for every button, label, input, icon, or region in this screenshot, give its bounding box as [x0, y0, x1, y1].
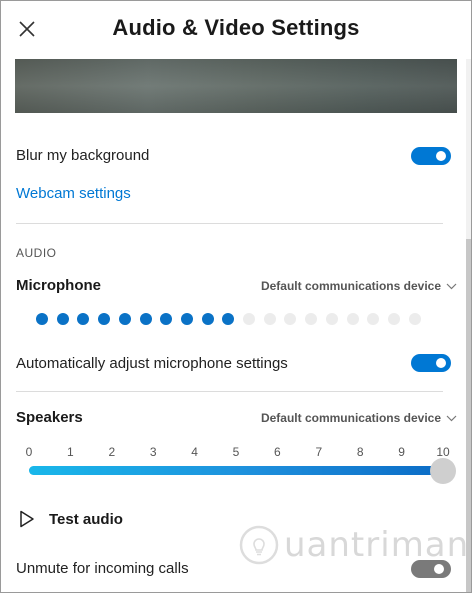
speakers-device-select[interactable]: Default communications device	[261, 411, 457, 425]
volume-tick-label: 2	[108, 445, 116, 459]
watermark-text: uantrimang	[284, 525, 472, 565]
volume-tick-label: 0	[25, 445, 33, 459]
volume-slider-thumb[interactable]	[430, 458, 456, 484]
volume-tick-label: 8	[356, 445, 364, 459]
mic-level-dot	[387, 313, 400, 325]
volume-tick-label: 6	[274, 445, 281, 459]
camera-preview	[15, 59, 457, 113]
mic-level-dot	[325, 313, 338, 325]
volume-tick-label: 3	[149, 445, 157, 459]
lightbulb-icon	[239, 525, 279, 565]
page-title: Audio & Video Settings	[112, 15, 360, 40]
mic-level-dot	[139, 313, 152, 325]
mic-level-dot	[305, 313, 318, 325]
mic-level-dot	[346, 313, 359, 325]
toggle-knob	[434, 564, 444, 574]
mic-level-dot	[201, 313, 214, 325]
mic-level-dot	[180, 313, 193, 325]
auto-adjust-toggle[interactable]	[411, 354, 451, 372]
volume-tick-label: 9	[398, 445, 405, 459]
volume-slider-fill	[29, 466, 443, 475]
divider	[16, 223, 443, 224]
chevron-down-icon	[446, 415, 457, 421]
header: Audio & Video Settings	[1, 1, 471, 59]
mic-level-dot	[36, 313, 48, 325]
mic-level-dot	[263, 313, 276, 325]
speakers-device-value: Default communications device	[260, 411, 441, 425]
play-icon	[20, 510, 34, 528]
microphone-level-meter	[36, 313, 436, 327]
volume-tick-label: 4	[191, 445, 198, 459]
test-audio-button[interactable]: Test audio	[19, 510, 123, 528]
scrollbar-thumb[interactable]	[466, 239, 471, 592]
auto-adjust-label: Automatically adjust microphone settings	[16, 355, 288, 372]
unmute-incoming-toggle[interactable]	[411, 560, 451, 578]
mic-level-dot	[98, 313, 111, 325]
mic-level-dot	[222, 313, 235, 325]
microphone-device-value: Default communications device	[260, 279, 441, 293]
volume-tick-label: 1	[67, 445, 74, 459]
blur-background-toggle[interactable]	[411, 147, 451, 165]
settings-window: Audio & Video Settings Blur my backgroun…	[0, 0, 472, 593]
unmute-incoming-label: Unmute for incoming calls	[16, 560, 189, 577]
toggle-knob	[436, 358, 446, 368]
mic-level-dot	[56, 313, 69, 325]
microphone-label: Microphone	[16, 277, 101, 294]
audio-section-title: AUDIO	[16, 246, 57, 260]
mic-level-dot	[284, 313, 297, 325]
mic-level-dot	[243, 313, 255, 325]
mic-level-dot	[118, 313, 131, 325]
volume-tick-label: 10	[436, 445, 450, 459]
speakers-label: Speakers	[16, 409, 83, 426]
toggle-knob	[436, 151, 446, 161]
blur-background-label: Blur my background	[16, 147, 150, 164]
volume-tick-label: 7	[315, 445, 323, 459]
mic-level-dot	[408, 313, 421, 325]
volume-tick-labels: 0 1 2 3 4 5 6 7 8 9 10	[25, 445, 450, 461]
mic-level-dot	[77, 313, 90, 325]
webcam-settings-link[interactable]: Webcam settings	[16, 185, 131, 202]
mic-level-dot	[367, 313, 380, 325]
divider	[16, 391, 443, 392]
microphone-device-select[interactable]: Default communications device	[261, 279, 457, 293]
volume-tick-label: 5	[232, 445, 240, 459]
test-audio-label: Test audio	[49, 510, 123, 528]
chevron-down-icon	[446, 283, 457, 289]
mic-level-dot	[160, 313, 173, 325]
speaker-volume-slider[interactable]	[29, 458, 456, 484]
